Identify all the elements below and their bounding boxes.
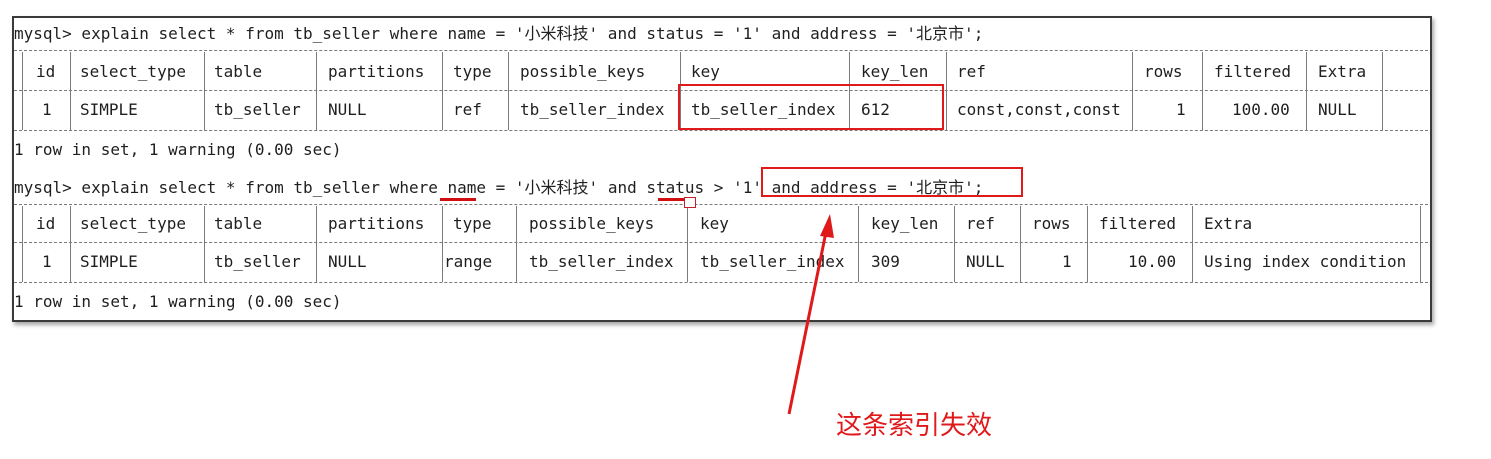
- annotation-text: 这条索引失效: [836, 411, 993, 441]
- annotation-arrow-icon: [787, 214, 834, 415]
